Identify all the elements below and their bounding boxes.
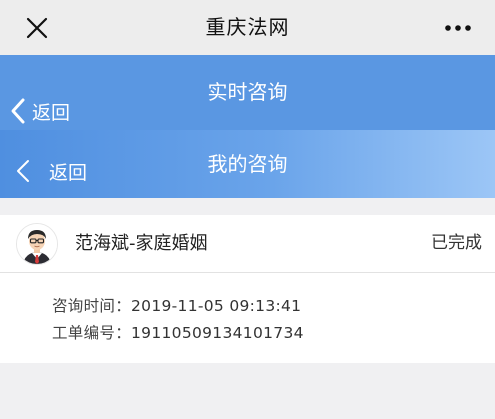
nav-title-realtime: 实时咨询 — [207, 80, 288, 104]
consultation-card-header: 范海斌-家庭婚姻 已完成 — [0, 215, 495, 273]
app-top-bar: 重庆法网 — [0, 0, 495, 56]
lawyer-avatar — [16, 223, 58, 265]
consultation-card[interactable]: 范海斌-家庭婚姻 已完成 咨询时间：2019-11-05 09:13:41 工单… — [0, 215, 495, 363]
chevron-left-icon — [17, 160, 29, 182]
realtime-consult-nav-bar: 实时咨询 — [0, 55, 495, 130]
more-icon — [445, 25, 471, 31]
order-number-row: 工单编号：19110509134101734 — [52, 321, 304, 343]
back-button-primary[interactable]: 返回 — [10, 95, 70, 127]
consult-time-label: 咨询时间： — [52, 297, 132, 315]
more-button[interactable] — [441, 11, 475, 45]
consult-time-row: 咨询时间：2019-11-05 09:13:41 — [52, 294, 301, 316]
consult-time-value: 2019-11-05 09:13:41 — [131, 297, 302, 315]
lawyer-avatar-icon — [17, 224, 57, 264]
order-number-value: 19110509134101734 — [131, 324, 304, 342]
back-button-secondary[interactable]: 返回 — [15, 155, 87, 187]
lawyer-topic: 范海斌-家庭婚姻 — [75, 233, 208, 254]
order-number-label: 工单编号： — [52, 324, 132, 342]
back-label-secondary: 返回 — [49, 161, 88, 184]
window-title: 重庆法网 — [205, 15, 290, 39]
status-badge: 已完成 — [431, 233, 482, 253]
back-label-primary: 返回 — [32, 101, 71, 124]
chevron-left-icon — [11, 98, 25, 124]
